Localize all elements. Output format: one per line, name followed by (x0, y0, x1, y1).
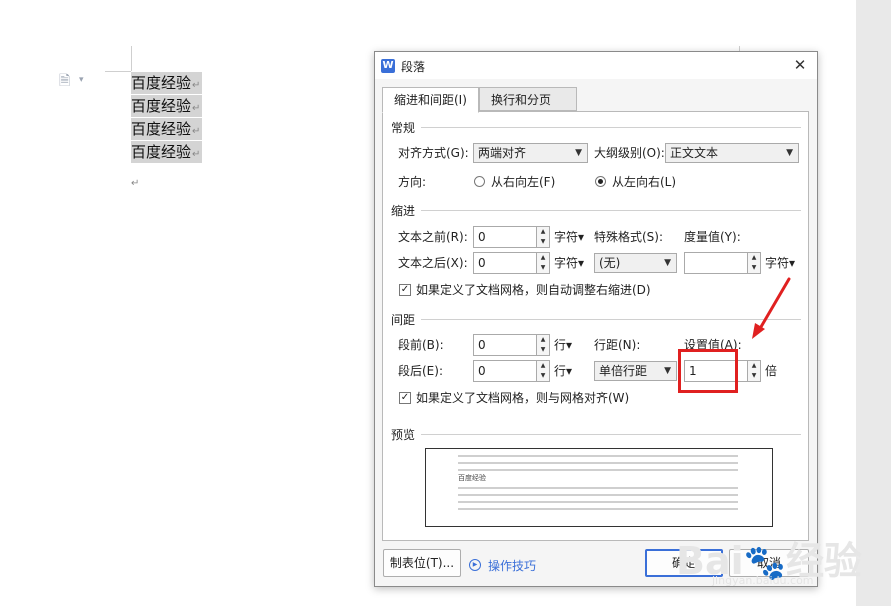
section-spacing-heading: 间距 (391, 313, 416, 327)
direction-label: 方向: (398, 175, 427, 189)
document-icon[interactable]: 🗎 (59, 73, 73, 89)
chevron-down-icon[interactable]: ▾ (79, 75, 84, 85)
spin-down-icon[interactable]: ▼ (537, 237, 549, 247)
document-line: 百度经验↵ (131, 118, 202, 140)
tab-stops-button[interactable]: 制表位(T)... (383, 549, 461, 577)
outline-level-select[interactable]: 正文文本 ▼ (665, 143, 799, 163)
dialog-titlebar[interactable]: W 段落 ✕ (375, 52, 817, 79)
special-format-select[interactable]: (无) ▼ (594, 253, 677, 273)
set-value-unit: 倍 (765, 364, 778, 378)
direction-ltr-radio[interactable] (595, 176, 606, 187)
document-scroll-gutter (856, 0, 891, 606)
chevron-down-icon: ▼ (786, 148, 793, 158)
section-divider (421, 210, 801, 211)
spin-down-icon[interactable]: ▼ (537, 263, 549, 273)
set-value-spinner[interactable]: ▲ ▼ (747, 360, 761, 382)
annotation-arrow-icon (752, 277, 791, 339)
spin-down-icon[interactable]: ▼ (537, 345, 549, 355)
preview-previous-paragraph (458, 455, 738, 457)
measure-input[interactable] (684, 252, 748, 274)
preview-next-paragraph (458, 494, 738, 496)
grid-align-checkbox[interactable]: ✓ (399, 392, 411, 404)
chevron-down-icon: ▼ (575, 148, 582, 158)
line-spacing-select[interactable]: 单倍行距 ▼ (594, 361, 677, 381)
line-spacing-label: 行距(N): (594, 338, 641, 352)
spacing-after-label: 段后(E): (398, 364, 443, 378)
tips-link[interactable]: 操作技巧 (488, 557, 536, 574)
spin-down-icon[interactable]: ▼ (537, 371, 549, 381)
spin-up-icon[interactable]: ▲ (537, 335, 549, 345)
chevron-down-icon: ▼ (664, 258, 671, 268)
paragraph-preview: 百度经验 (425, 448, 773, 527)
auto-grid-indent-label[interactable]: 如果定义了文档网格，则自动调整右缩进(D) (416, 281, 651, 299)
spacing-after-input[interactable]: 0 (473, 360, 537, 382)
indent-after-input[interactable]: 0 (473, 252, 537, 274)
alignment-label: 对齐方式(G): (398, 146, 469, 160)
spin-down-icon[interactable]: ▼ (748, 263, 760, 273)
paragraph-mark-icon: ↵ (192, 103, 201, 114)
auto-grid-indent-checkbox[interactable]: ✓ (399, 284, 411, 296)
document-line: 百度经验↵ (131, 95, 202, 117)
direction-ltr-label[interactable]: 从左向右(L) (612, 173, 676, 191)
spin-up-icon[interactable]: ▲ (537, 253, 549, 263)
indent-before-spinner[interactable]: ▲ ▼ (536, 226, 550, 248)
watermark-url: jingyan.baidu.com (712, 574, 814, 587)
spacing-after-unit[interactable]: 行▾ (554, 361, 572, 381)
page-margin-corner (105, 71, 131, 72)
page-margin-corner (131, 46, 132, 71)
tab-indent-spacing[interactable]: 缩进和间距(I) (382, 87, 479, 113)
measure-unit[interactable]: 字符▾ (765, 253, 795, 273)
indent-before-input[interactable]: 0 (473, 226, 537, 248)
highlight-box (678, 349, 738, 393)
indent-before-label: 文本之前(R): (398, 230, 468, 244)
indent-after-label: 文本之后(X): (398, 256, 468, 270)
dialog-title: 段落 (401, 60, 426, 74)
preview-next-paragraph (458, 501, 738, 503)
spacing-before-input[interactable]: 0 (473, 334, 537, 356)
special-format-label: 特殊格式(S): (594, 230, 664, 244)
tab-line-page-breaks[interactable]: 换行和分页(P) (479, 87, 577, 131)
spin-up-icon[interactable]: ▲ (537, 361, 549, 371)
direction-rtl-label[interactable]: 从右向左(F) (491, 173, 555, 191)
preview-next-paragraph (458, 487, 738, 489)
section-divider (421, 319, 801, 320)
preview-next-paragraph (458, 508, 738, 510)
document-line: 百度经验↵ (131, 72, 202, 94)
spacing-before-spinner[interactable]: ▲ ▼ (536, 334, 550, 356)
preview-previous-paragraph (458, 462, 738, 464)
spin-up-icon[interactable]: ▲ (537, 227, 549, 237)
spacing-after-spinner[interactable]: ▲ ▼ (536, 360, 550, 382)
paragraph-mark-icon: ↵ (192, 149, 201, 160)
direction-rtl-radio[interactable] (474, 176, 485, 187)
paragraph-mark-icon: ↵ (192, 80, 201, 91)
section-preview-heading: 预览 (391, 428, 416, 442)
measure-spinner[interactable]: ▲ ▼ (747, 252, 761, 274)
indent-after-unit[interactable]: 字符▾ (554, 253, 584, 273)
section-general-heading: 常规 (391, 121, 416, 135)
section-divider (421, 434, 801, 435)
tab-panel: 常规 对齐方式(G): 两端对齐 ▼ 大纲级别(O): 正文文本 ▼ 方向: 从右向… (382, 111, 809, 541)
spin-up-icon[interactable]: ▲ (748, 253, 760, 263)
wps-writer-icon: W (381, 59, 395, 73)
grid-align-label[interactable]: 如果定义了文档网格，则与网格对齐(W) (416, 389, 629, 407)
section-indent-heading: 缩进 (391, 204, 416, 218)
measure-label: 度量值(Y): (684, 230, 741, 244)
preview-previous-paragraph (458, 469, 738, 471)
spin-up-icon[interactable]: ▲ (748, 361, 760, 371)
indent-after-spinner[interactable]: ▲ ▼ (536, 252, 550, 274)
alignment-select[interactable]: 两端对齐 ▼ (473, 143, 588, 163)
preview-sample-text: 百度经验 (458, 474, 486, 482)
close-icon[interactable]: ✕ (789, 55, 811, 75)
spacing-before-unit[interactable]: 行▾ (554, 335, 572, 355)
chevron-down-icon: ▼ (664, 366, 671, 376)
paragraph-mark-icon: ↵ (131, 178, 140, 189)
indent-before-unit[interactable]: 字符▾ (554, 227, 584, 247)
paragraph-mark-icon: ↵ (192, 126, 201, 137)
section-divider (421, 127, 801, 128)
document-line: 百度经验↵ (131, 141, 202, 163)
play-circle-icon[interactable]: ▶ (469, 559, 481, 571)
spacing-before-label: 段前(B): (398, 338, 444, 352)
spin-down-icon[interactable]: ▼ (748, 371, 760, 381)
outline-level-label: 大纲级别(O): (594, 146, 665, 160)
